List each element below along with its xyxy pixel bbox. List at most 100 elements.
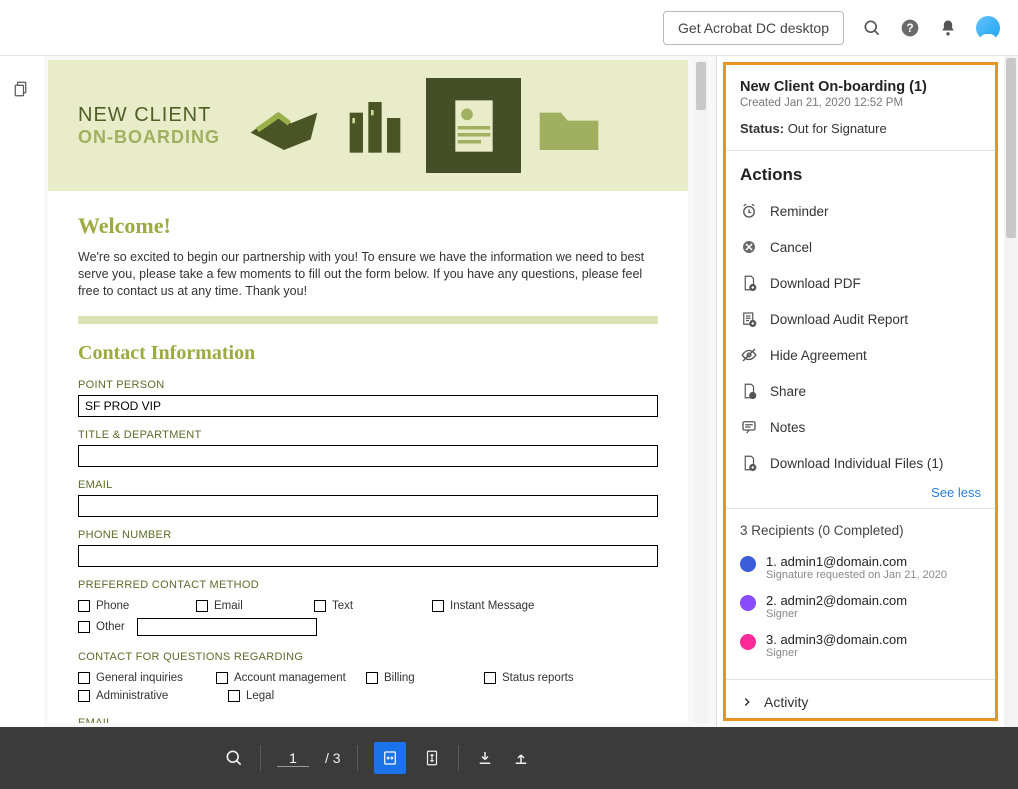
- other-text-field[interactable]: [137, 618, 317, 636]
- preferred-contact-options: Phone Email Text Instant Message Other: [78, 597, 658, 639]
- option-general: General inquiries: [96, 672, 183, 684]
- see-less-link[interactable]: See less: [740, 485, 981, 500]
- search-icon[interactable]: [224, 748, 244, 768]
- checkbox-account[interactable]: [216, 672, 228, 684]
- bell-icon[interactable]: [938, 18, 958, 38]
- label-email: EMAIL: [78, 479, 658, 491]
- label-questions-regarding: CONTACT FOR QUESTIONS REGARDING: [78, 651, 658, 663]
- notes-icon: [740, 418, 758, 436]
- recipient-dot-icon: [740, 595, 756, 611]
- checkbox-status[interactable]: [484, 672, 496, 684]
- recipient-1[interactable]: 1. admin1@domain.comSignature requested …: [740, 548, 981, 587]
- title-department-field[interactable]: [78, 445, 658, 467]
- agreement-created: Created Jan 21, 2020 12:52 PM: [740, 97, 981, 109]
- fit-width-icon[interactable]: [374, 742, 406, 774]
- recipient-dot-icon: [740, 556, 756, 572]
- download-icon[interactable]: [475, 748, 495, 768]
- checkbox-admin[interactable]: [78, 690, 90, 702]
- svg-text:+: +: [751, 393, 754, 398]
- action-reminder[interactable]: Reminder: [740, 195, 981, 227]
- divider: [78, 316, 658, 324]
- checkbox-phone[interactable]: [78, 600, 90, 612]
- recipients-section: 3 Recipients (0 Completed) 1. admin1@dom…: [726, 509, 995, 680]
- svg-text:?: ?: [906, 22, 913, 35]
- action-download-pdf[interactable]: Download PDF: [740, 267, 981, 299]
- banner-graphics: [236, 78, 616, 173]
- audit-icon: [740, 310, 758, 328]
- email-field[interactable]: [78, 495, 658, 517]
- main-area: NEW CLIENT ON-BOARDING: [0, 56, 1018, 727]
- actions-section: Actions Reminder Cancel Download PDF: [726, 151, 995, 509]
- avatar[interactable]: [976, 16, 1000, 40]
- recipient-3[interactable]: 3. admin3@domain.comSigner: [740, 626, 981, 665]
- folder-icon: [521, 78, 616, 173]
- checkbox-text[interactable]: [314, 600, 326, 612]
- agreement-status: Status: Out for Signature: [740, 121, 981, 136]
- recipient-2[interactable]: 2. admin2@domain.comSigner: [740, 587, 981, 626]
- download-pdf-icon: [740, 274, 758, 292]
- option-status: Status reports: [502, 672, 574, 684]
- banner-title: NEW CLIENT: [78, 104, 220, 127]
- section-contact-info: Contact Information: [78, 342, 658, 365]
- upload-icon[interactable]: [511, 748, 531, 768]
- documents-icon[interactable]: [13, 80, 31, 98]
- get-acrobat-desktop-button[interactable]: Get Acrobat DC desktop: [663, 11, 844, 45]
- checkbox-general[interactable]: [78, 672, 90, 684]
- checkbox-other[interactable]: [78, 621, 90, 633]
- checkbox-legal[interactable]: [228, 690, 240, 702]
- welcome-heading: Welcome!: [78, 213, 658, 239]
- action-download-audit[interactable]: Download Audit Report: [740, 303, 981, 335]
- hide-icon: [740, 346, 758, 364]
- search-icon[interactable]: [862, 18, 882, 38]
- chevron-right-icon: [740, 695, 754, 709]
- phone-field[interactable]: [78, 545, 658, 567]
- city-icon: [331, 78, 426, 173]
- action-download-individual[interactable]: Download Individual Files (1): [740, 447, 981, 479]
- option-other: Other: [96, 621, 125, 633]
- activity-toggle[interactable]: Activity: [726, 680, 995, 721]
- actions-heading: Actions: [740, 165, 981, 185]
- handshake-icon: [236, 78, 331, 173]
- point-person-field[interactable]: [78, 395, 658, 417]
- action-cancel[interactable]: Cancel: [740, 231, 981, 263]
- document-banner: NEW CLIENT ON-BOARDING: [48, 60, 688, 191]
- option-account: Account management: [234, 672, 346, 684]
- recipient-dot-icon: [740, 634, 756, 650]
- label-point-person: POINT PERSON: [78, 379, 658, 391]
- top-bar: Get Acrobat DC desktop ?: [0, 0, 1018, 56]
- page-total: / 3: [325, 750, 341, 766]
- cancel-icon: [740, 238, 758, 256]
- checkbox-im[interactable]: [432, 600, 444, 612]
- label-preferred-contact: PREFERRED CONTACT METHOD: [78, 579, 658, 591]
- option-phone: Phone: [96, 600, 129, 612]
- left-rail: [0, 56, 44, 727]
- questions-options: General inquiries Account management Bil…: [78, 669, 658, 705]
- checkbox-email[interactable]: [196, 600, 208, 612]
- checkbox-billing[interactable]: [366, 672, 378, 684]
- action-notes[interactable]: Notes: [740, 411, 981, 443]
- document-scrollbar[interactable]: [694, 60, 708, 723]
- option-legal: Legal: [246, 690, 274, 702]
- clock-icon: [740, 202, 758, 220]
- document: NEW CLIENT ON-BOARDING: [48, 60, 688, 723]
- label-phone: PHONE NUMBER: [78, 529, 658, 541]
- action-hide-agreement[interactable]: Hide Agreement: [740, 339, 981, 371]
- agreement-title: New Client On-boarding (1): [740, 79, 981, 95]
- right-panel-scrollbar[interactable]: [1004, 56, 1018, 727]
- page-number-input[interactable]: [277, 750, 309, 767]
- download-files-icon: [740, 454, 758, 472]
- option-email: Email: [214, 600, 243, 612]
- label-title-department: TITLE & DEPARTMENT: [78, 429, 658, 441]
- action-share[interactable]: + Share: [740, 375, 981, 407]
- intro-text: We're so excited to begin our partnershi…: [78, 249, 658, 300]
- option-billing: Billing: [384, 672, 415, 684]
- document-pane: NEW CLIENT ON-BOARDING: [44, 56, 716, 727]
- resume-icon: [426, 78, 521, 173]
- recipients-heading: 3 Recipients (0 Completed): [740, 523, 981, 538]
- banner-subtitle: ON-BOARDING: [78, 127, 220, 148]
- right-panel: New Client On-boarding (1) Created Jan 2…: [716, 56, 1018, 727]
- bottom-toolbar: / 3: [0, 727, 1018, 789]
- help-icon[interactable]: ?: [900, 18, 920, 38]
- fit-page-icon[interactable]: [422, 748, 442, 768]
- option-text: Text: [332, 600, 353, 612]
